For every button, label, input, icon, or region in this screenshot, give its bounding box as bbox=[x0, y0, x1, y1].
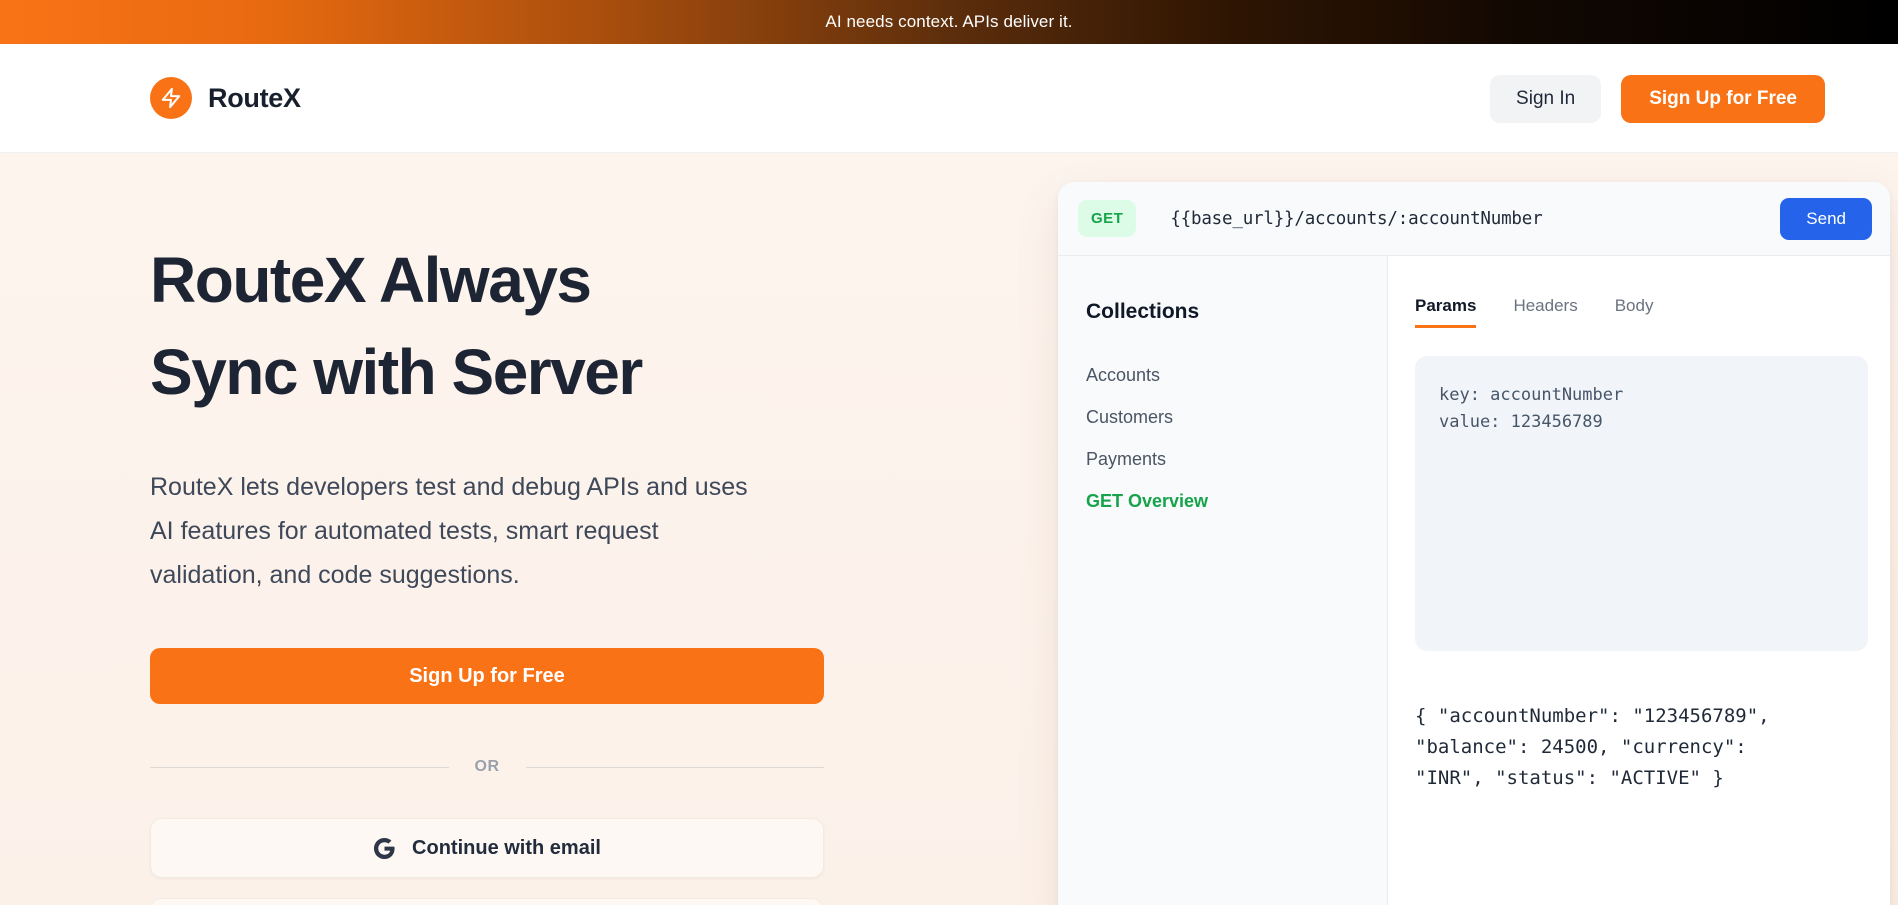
sidebar-item-payments[interactable]: Payments bbox=[1086, 438, 1361, 480]
hero-description-line: RouteX lets developers test and debug AP… bbox=[150, 465, 850, 509]
header-actions: Sign In Sign Up for Free bbox=[1490, 75, 1825, 123]
collections-heading: Collections bbox=[1086, 300, 1361, 324]
param-value-line: value: 123456789 bbox=[1439, 409, 1844, 436]
collections-sidebar: Collections Accounts Customers Payments … bbox=[1058, 256, 1388, 905]
header-sign-up-button[interactable]: Sign Up for Free bbox=[1621, 75, 1825, 123]
method-badge: GET bbox=[1078, 200, 1136, 237]
url-input[interactable]: {{base_url}}/accounts/:accountNumber bbox=[1170, 209, 1542, 229]
sidebar-item-accounts[interactable]: Accounts bbox=[1086, 354, 1361, 396]
send-button[interactable]: Send bbox=[1780, 198, 1872, 240]
continue-with-email-label: Continue with email bbox=[412, 837, 601, 860]
response-json-line: "balance": 24500, "currency": bbox=[1415, 732, 1875, 763]
google-icon bbox=[373, 837, 396, 860]
request-url-bar: GET {{base_url}}/accounts/:accountNumber… bbox=[1058, 182, 1890, 256]
continue-with-email-button[interactable]: Continue with email bbox=[150, 818, 824, 878]
hero-description-line: AI features for automated tests, smart r… bbox=[150, 509, 850, 553]
response-json: { "accountNumber": "123456789", "balance… bbox=[1415, 701, 1875, 794]
sidebar-item-get-overview[interactable]: GET Overview bbox=[1086, 480, 1361, 522]
hero-description: RouteX lets developers test and debug AP… bbox=[150, 465, 850, 597]
params-editor[interactable]: key: accountNumber value: 123456789 bbox=[1415, 356, 1868, 651]
response-json-line: "INR", "status": "ACTIVE" } bbox=[1415, 763, 1875, 794]
site-header: RouteX Sign In Sign Up for Free bbox=[0, 44, 1898, 153]
promo-banner-text: AI needs context. APIs deliver it. bbox=[825, 12, 1072, 32]
brand[interactable]: RouteX bbox=[150, 77, 301, 119]
sidebar-item-customers[interactable]: Customers bbox=[1086, 396, 1361, 438]
request-tabs: Params Headers Body bbox=[1415, 296, 1875, 328]
hero-section: RouteX Always Sync with Server RouteX let… bbox=[0, 153, 1898, 905]
tab-params[interactable]: Params bbox=[1415, 296, 1476, 328]
api-request-card: GET {{base_url}}/accounts/:accountNumber… bbox=[1058, 182, 1890, 905]
lightning-icon bbox=[150, 77, 192, 119]
hero-sign-up-button[interactable]: Sign Up for Free bbox=[150, 648, 824, 704]
page-title: RouteX Always Sync with Server bbox=[150, 234, 850, 418]
request-detail-panel: Params Headers Body key: accountNumber v… bbox=[1388, 256, 1890, 905]
response-json-line: { "accountNumber": "123456789", bbox=[1415, 701, 1875, 732]
sign-in-button[interactable]: Sign In bbox=[1490, 75, 1601, 123]
tab-headers[interactable]: Headers bbox=[1513, 296, 1577, 328]
divider-line bbox=[526, 767, 825, 768]
brand-name: RouteX bbox=[208, 83, 301, 114]
page-title-line1: RouteX Always bbox=[150, 244, 590, 316]
promo-banner: AI needs context. APIs deliver it. bbox=[0, 0, 1898, 44]
or-divider: OR bbox=[150, 755, 824, 779]
api-card-body: Collections Accounts Customers Payments … bbox=[1058, 256, 1890, 905]
tab-body[interactable]: Body bbox=[1615, 296, 1654, 328]
param-key-line: key: accountNumber bbox=[1439, 382, 1844, 409]
or-divider-label: OR bbox=[475, 758, 500, 776]
additional-auth-button-clipped[interactable] bbox=[150, 898, 824, 905]
page-title-line2: Sync with Server bbox=[150, 336, 642, 408]
hero-description-line: validation, and code suggestions. bbox=[150, 553, 850, 597]
divider-line bbox=[150, 767, 449, 768]
